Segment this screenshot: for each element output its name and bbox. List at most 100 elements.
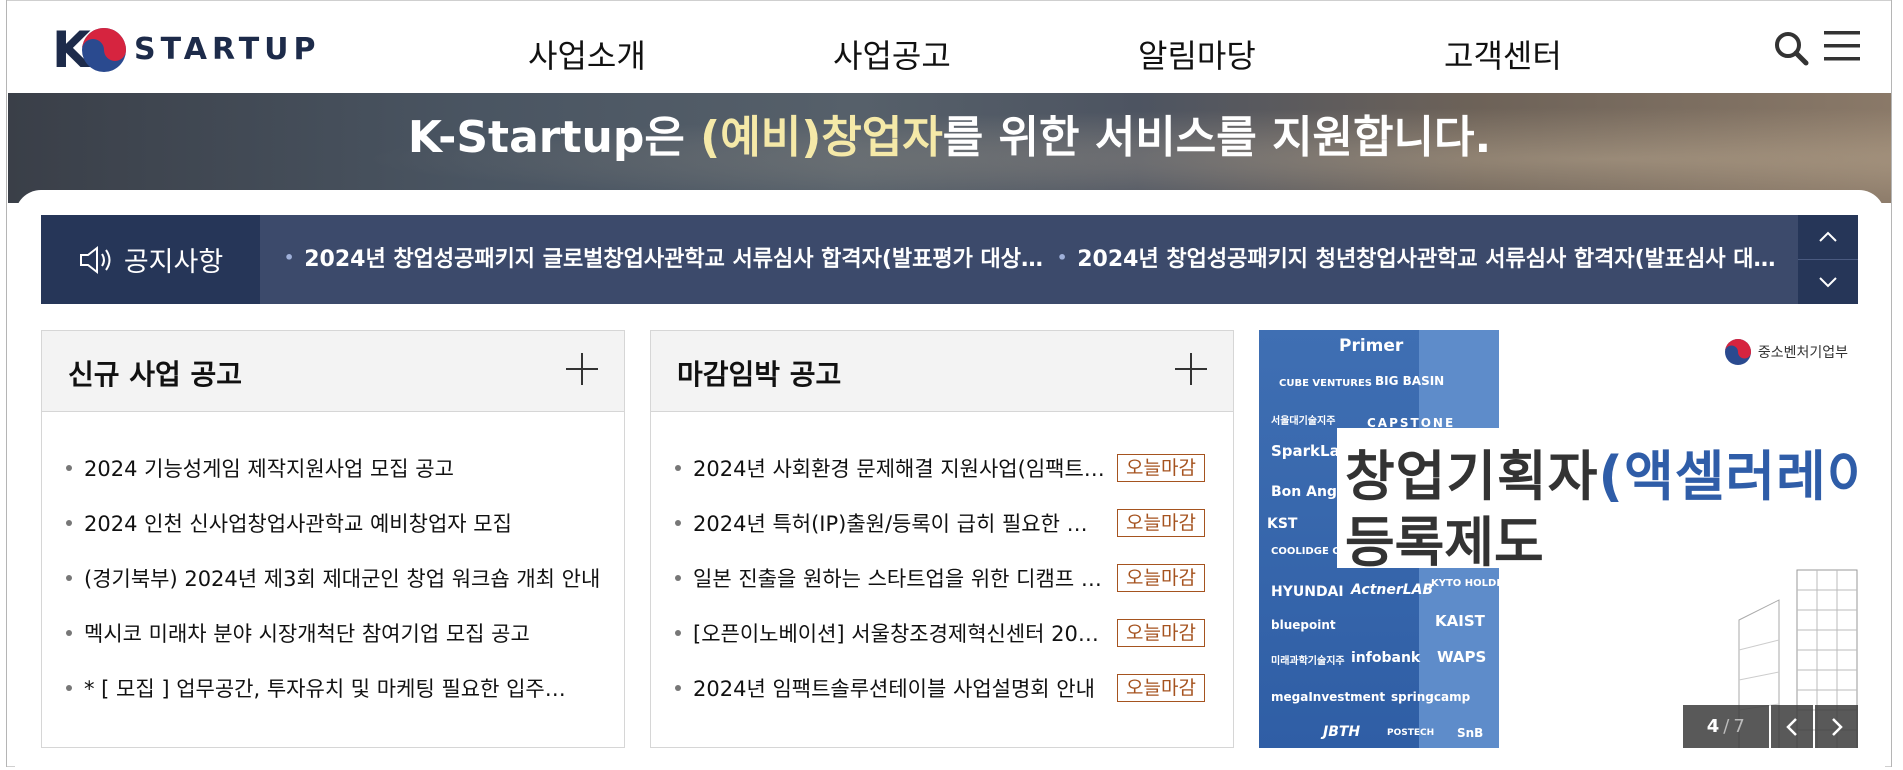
list-item-text: 2024년 사회환경 문제해결 지원사업(임팩트 창업기업) 모집 공고 — [693, 457, 1105, 481]
list-item-text: (경기북부) 2024년 제3회 제대군인 창업 워크숍 개최 안내 — [84, 567, 601, 591]
list-item-text: 멕시코 미래차 분야 시장개척단 참여기업 모집 공고 — [84, 622, 530, 646]
chevron-down-icon — [1819, 277, 1837, 288]
more-plus-icon[interactable] — [1175, 353, 1207, 385]
partner-logo: 서울대기술지주 — [1271, 416, 1336, 427]
banner-headline-line2: 등록제도 — [1345, 511, 1544, 574]
panel-header: 마감임박 공고 — [651, 331, 1233, 412]
partner-logo: HYUNDAI — [1271, 584, 1344, 600]
ministry-logo: 중소벤처기업부 — [1724, 338, 1848, 366]
bullet — [66, 520, 72, 526]
hero-banner: K-Startup은 (예비)창업자를 위한 서비스를 지원합니다. — [8, 93, 1891, 203]
list-item-text: * [ 모집 ] 업무공간, 투자유치 및 마케팅 필요한 입주희망기업 모집 — [84, 677, 584, 701]
chevron-left-icon — [1786, 717, 1797, 736]
list-item[interactable]: 멕시코 미래차 분야 시장개척단 참여기업 모집 공고 — [66, 618, 606, 648]
ministry-name: 중소벤처기업부 — [1757, 345, 1848, 361]
list-item[interactable]: 2024 인천 신사업창업사관학교 예비창업자 모집 — [66, 508, 606, 538]
list-item[interactable]: 2024년 특허(IP)출원/등록이 급히 필요한 기업 모집 오늘마감 — [675, 508, 1215, 538]
hamburger-menu-icon[interactable] — [1824, 29, 1860, 63]
partner-logo: POSTECH — [1387, 728, 1435, 738]
deadline-badge: 오늘마감 — [1117, 619, 1205, 647]
list-item[interactable]: [오픈이노베이션] 서울창조경제혁신센터 2024년 참가기업 모집 오늘마감 — [675, 618, 1215, 648]
list-item-text: 2024년 임팩트솔루션테이블 사업설명회 안내 — [693, 677, 1095, 701]
search-icon[interactable] — [1772, 29, 1810, 67]
chevron-up-icon — [1819, 231, 1837, 242]
list-item[interactable]: 2024년 사회환경 문제해결 지원사업(임팩트 창업기업) 모집 공고 오늘마감 — [675, 453, 1215, 483]
new-business-panel: 신규 사업 공고 2024 기능성게임 제작지원사업 모집 공고 2024 인천… — [41, 330, 625, 748]
partner-logo: CUBE VENTURES — [1279, 378, 1373, 389]
list-item[interactable]: 일본 진출을 원하는 스타트업을 위한 디캠프 프로그램 오늘마감 — [675, 563, 1215, 593]
deadline-badge: 오늘마감 — [1117, 564, 1205, 592]
bullet — [66, 685, 72, 691]
bullet: • — [1057, 248, 1068, 267]
nav-business-notice[interactable]: 사업공고 — [833, 31, 951, 77]
notice-item[interactable]: • 2024년 창업성공패키지 청년창업사관학교 서류심사 합격자(발표심사 대상… — [1057, 241, 1790, 273]
bullet — [675, 520, 681, 526]
notice-item-text: 2024년 창업성공패키지 청년창업사관학교 서류심사 합격자(발표심사 대상자… — [1077, 247, 1790, 272]
notice-label[interactable]: 공지사항 — [41, 215, 260, 304]
nav-customer-center[interactable]: 고객센터 — [1444, 31, 1562, 77]
list-item[interactable]: 2024 기능성게임 제작지원사업 모집 공고 — [66, 453, 606, 483]
list-item-text: 2024 인천 신사업창업사관학교 예비창업자 모집 — [84, 512, 512, 536]
list-item-text: 일본 진출을 원하는 스타트업을 위한 디캠프 프로그램 — [693, 567, 1105, 591]
nav-business-intro[interactable]: 사업소개 — [528, 31, 646, 77]
partner-logo: 미래과학기술지주 — [1271, 656, 1345, 667]
partner-logo: springcamp — [1391, 690, 1471, 704]
bullet — [675, 575, 681, 581]
k-logo-mark-icon: K — [52, 21, 126, 79]
speaker-icon — [79, 245, 111, 274]
partner-logo: KST — [1267, 516, 1298, 532]
bullet — [66, 465, 72, 471]
partner-logo: megaInvestment — [1271, 690, 1386, 704]
list-item-text: 2024 기능성게임 제작지원사업 모집 공고 — [84, 457, 454, 481]
partner-logo: KAIST — [1435, 612, 1485, 630]
list-item[interactable]: 2024년 임팩트솔루션테이블 사업설명회 안내 오늘마감 — [675, 673, 1215, 703]
partner-logo: JBTH — [1323, 724, 1361, 740]
bullet — [66, 575, 72, 581]
bullet — [66, 630, 72, 636]
partner-logo: ActnerLAB — [1351, 582, 1434, 598]
prev-slide-button[interactable] — [1770, 705, 1814, 748]
bullet — [675, 685, 681, 691]
chevron-right-icon — [1831, 717, 1843, 736]
notice-next-button[interactable] — [1798, 260, 1858, 304]
logo-text: STARTUP — [134, 31, 321, 67]
list-item-text: 2024년 특허(IP)출원/등록이 급히 필요한 기업 모집 — [693, 512, 1105, 536]
bullet — [675, 630, 681, 636]
panel-title: 신규 사업 공고 — [68, 358, 243, 391]
k-startup-logo[interactable]: K STARTUP — [52, 19, 321, 79]
next-slide-button[interactable] — [1815, 705, 1858, 748]
notice-prev-button[interactable] — [1798, 215, 1858, 260]
hero-title-suffix: 를 위한 서비스를 지원합니다. — [942, 112, 1492, 163]
panel-header: 신규 사업 공고 — [42, 331, 624, 412]
nav-news[interactable]: 알림마당 — [1138, 31, 1256, 77]
headline-highlight: (액셀러레이터) — [1598, 445, 1858, 508]
partner-logo: bluepoint — [1271, 618, 1336, 632]
right-edge — [1891, 0, 1903, 767]
deadline-panel: 마감임박 공고 2024년 사회환경 문제해결 지원사업(임팩트 창업기업) 모… — [650, 330, 1234, 748]
partner-logo: WAPS — [1437, 648, 1487, 666]
slide-separator: / — [1723, 716, 1730, 737]
list-item[interactable]: * [ 모집 ] 업무공간, 투자유치 및 마케팅 필요한 입주희망기업 모집 — [66, 673, 606, 703]
list-item[interactable]: (경기북부) 2024년 제3회 제대군인 창업 워크숍 개최 안내 — [66, 563, 606, 593]
notice-bar: 공지사항 • 2024년 창업성공패키지 글로벌창업사관학교 서류심사 합격자(발… — [41, 215, 1858, 304]
site-header: K STARTUP 사업소개 사업공고 알림마당 고객센터 — [8, 5, 1891, 93]
panel-title: 마감임박 공고 — [677, 358, 842, 391]
bullet: • — [284, 248, 295, 267]
slide-counter: 4 / 7 — [1683, 705, 1769, 748]
current-slide: 4 — [1706, 716, 1720, 737]
more-plus-icon[interactable] — [566, 353, 598, 385]
deadline-badge: 오늘마감 — [1117, 674, 1205, 702]
partner-logo: KYTO HOLDINGS — [1431, 578, 1524, 589]
notice-item-text: 2024년 창업성공패키지 글로벌창업사관학교 서류심사 합격자(발표평가 대상… — [304, 247, 1057, 272]
hero-title-prefix: K-Startup은 — [407, 112, 701, 163]
notice-item[interactable]: • 2024년 창업성공패키지 글로벌창업사관학교 서류심사 합격자(발표평가 대… — [284, 241, 1057, 273]
promo-banner[interactable]: Primer CUBE VENTURES BIG BASIN CAPSTONE … — [1259, 330, 1858, 748]
taegeuk-icon — [1724, 339, 1751, 365]
deadline-badge: 오늘마감 — [1117, 454, 1205, 482]
hero-title: K-Startup은 (예비)창업자를 위한 서비스를 지원합니다. — [8, 101, 1891, 165]
partner-logo: infobank — [1351, 650, 1421, 666]
banner-pager: 4 / 7 — [1683, 705, 1858, 748]
partner-logo: Primer — [1339, 336, 1404, 356]
list-item-text: [오픈이노베이션] 서울창조경제혁신센터 2024년 참가기업 모집 — [693, 622, 1105, 646]
left-edge — [0, 0, 7, 767]
